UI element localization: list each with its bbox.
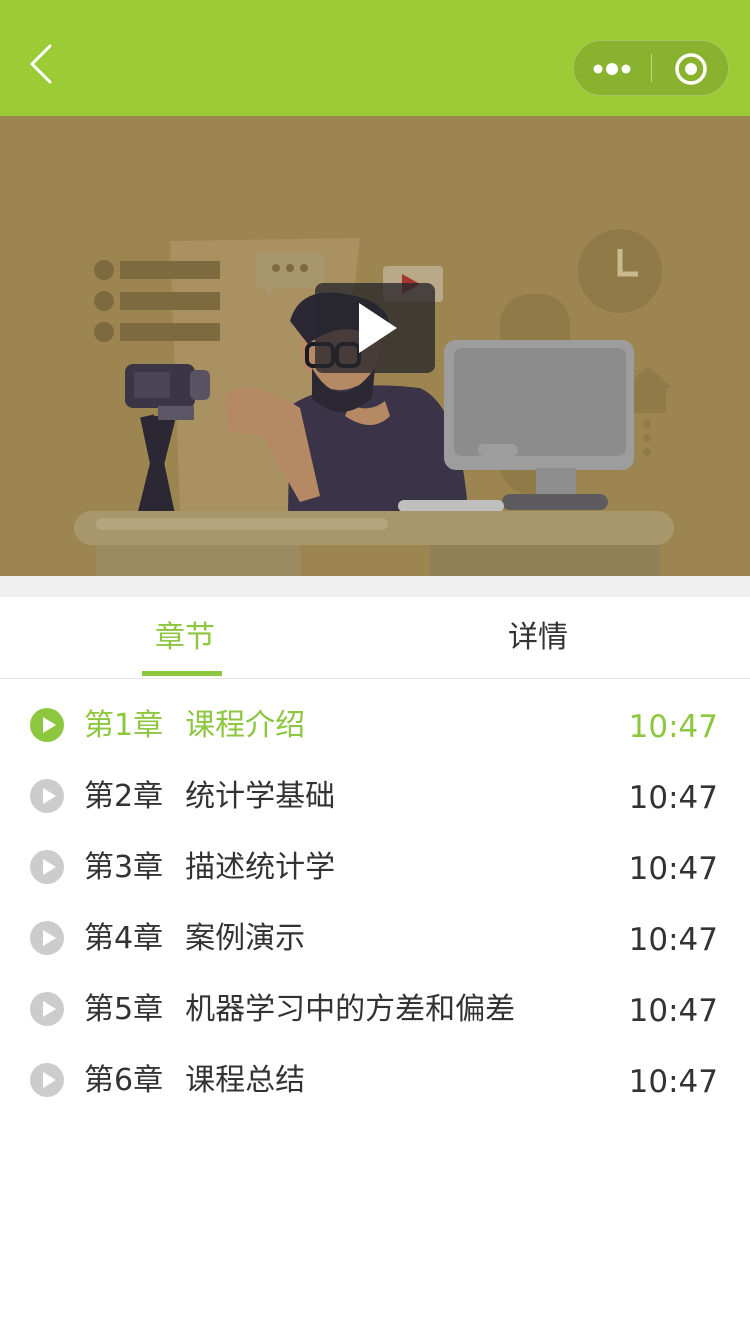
play-circle-icon <box>30 921 64 955</box>
chapter-duration: 10:47 <box>628 709 718 745</box>
chapter-item-1[interactable]: 第1章 课程介绍 10:47 <box>0 690 750 761</box>
chapter-title: 第3章 描述统计学 <box>84 832 335 903</box>
chapter-number: 第1章 <box>84 708 164 743</box>
target-close-icon <box>675 53 707 85</box>
chapter-title: 第5章 机器学习中的方差和偏差 <box>84 974 515 1045</box>
chapter-item-5[interactable]: 第5章 机器学习中的方差和偏差 10:47 <box>0 974 750 1045</box>
chapter-title: 第2章 统计学基础 <box>84 761 335 832</box>
back-button[interactable] <box>14 34 74 94</box>
tab-details[interactable]: 详情 <box>438 597 638 678</box>
play-circle-icon <box>30 850 64 884</box>
chapter-duration: 10:47 <box>628 922 718 958</box>
chevron-left-icon <box>30 44 52 84</box>
tab-active-indicator <box>142 671 222 676</box>
mini-program-capsule <box>573 40 729 96</box>
chapter-item-6[interactable]: 第6章 课程总结 10:47 <box>0 1045 750 1116</box>
chapter-number: 第5章 <box>84 992 164 1027</box>
close-button[interactable] <box>652 41 729 95</box>
chapter-duration: 10:47 <box>628 993 718 1029</box>
video-player[interactable] <box>0 116 750 576</box>
chapter-title: 第6章 课程总结 <box>84 1045 305 1116</box>
chapter-item-2[interactable]: 第2章 统计学基础 10:47 <box>0 761 750 832</box>
chapter-title: 第1章 课程介绍 <box>84 690 305 761</box>
play-button[interactable] <box>315 283 435 373</box>
play-circle-icon <box>30 779 64 813</box>
tab-bar: 章节 详情 <box>0 597 750 679</box>
chapter-name: 课程总结 <box>185 1063 306 1098</box>
section-divider <box>0 576 750 597</box>
chapter-item-4[interactable]: 第4章 案例演示 10:47 <box>0 903 750 974</box>
chapter-duration: 10:47 <box>628 851 718 887</box>
chapter-name: 课程介绍 <box>185 708 306 743</box>
chapter-number: 第6章 <box>84 1063 164 1098</box>
chapter-name: 描述统计学 <box>185 850 336 885</box>
chapter-number: 第4章 <box>84 921 164 956</box>
more-dots-icon <box>593 63 631 75</box>
chapter-number: 第2章 <box>84 779 164 814</box>
chapter-name: 机器学习中的方差和偏差 <box>185 992 516 1027</box>
play-circle-icon <box>30 708 64 742</box>
chapter-name: 案例演示 <box>185 921 306 956</box>
chapter-title: 第4章 案例演示 <box>84 903 305 974</box>
play-icon <box>359 303 397 353</box>
chapter-duration: 10:47 <box>628 1064 718 1100</box>
chapter-item-3[interactable]: 第3章 描述统计学 10:47 <box>0 832 750 903</box>
nav-bar <box>0 0 750 116</box>
chapter-name: 统计学基础 <box>185 779 336 814</box>
chapter-duration: 10:47 <box>628 780 718 816</box>
tab-chapters[interactable]: 章节 <box>85 597 285 678</box>
play-circle-icon <box>30 992 64 1026</box>
more-button[interactable] <box>574 41 651 95</box>
chapter-number: 第3章 <box>84 850 164 885</box>
play-circle-icon <box>30 1063 64 1097</box>
